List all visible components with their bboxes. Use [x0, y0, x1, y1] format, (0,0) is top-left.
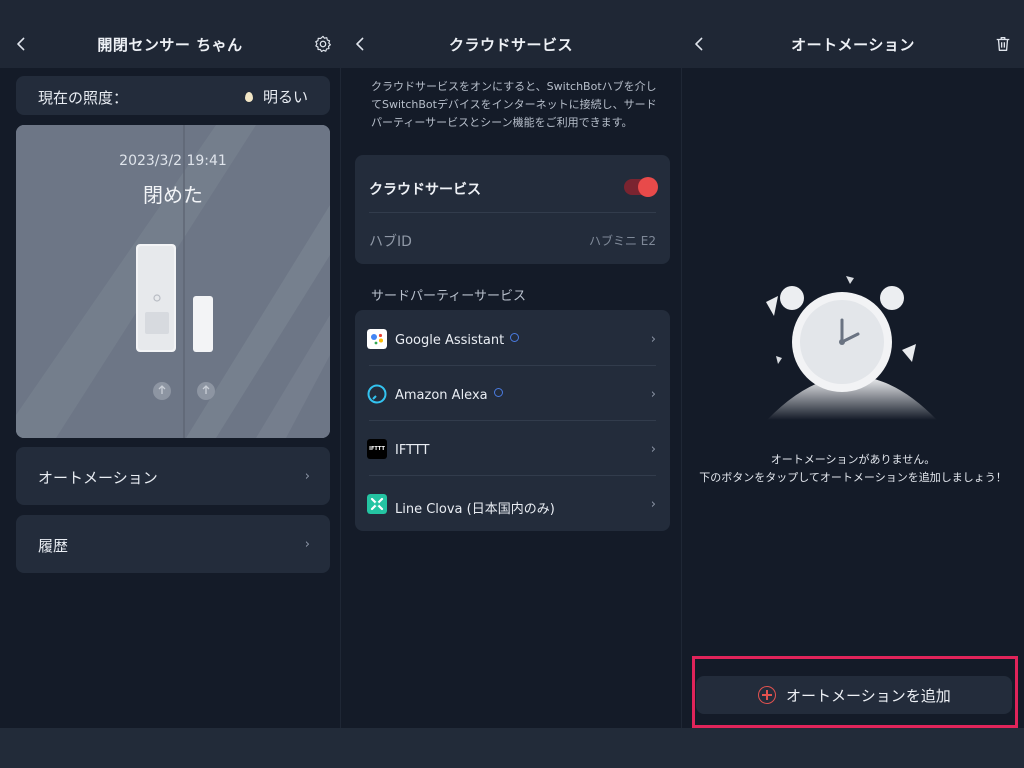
- sensor-status-card: 2023/3/2 19:41 閉めた: [16, 125, 330, 438]
- service-row-amazon-alexa[interactable]: Amazon Alexa ›: [355, 365, 670, 420]
- info-icon[interactable]: [510, 333, 520, 342]
- last-update-time: 2023/3/2 19:41: [119, 153, 227, 169]
- bottom-bar: [0, 728, 1024, 768]
- gear-icon[interactable]: [314, 35, 332, 53]
- automation-menu-item[interactable]: オートメーション ›: [16, 447, 330, 505]
- trash-icon[interactable]: [994, 35, 1012, 53]
- alarm-clock-illustration: [766, 276, 937, 420]
- cloud-settings-card: クラウドサービス ハブID ハブミニ E2: [355, 155, 670, 264]
- hub-id-label: ハブID: [369, 234, 412, 250]
- google-assistant-icon: [367, 329, 387, 349]
- door-state: 閉めた: [143, 183, 203, 207]
- third-party-services-list: Google Assistant › Amazon Alexa › IFTTT …: [355, 310, 670, 531]
- service-name-text: Google Assistant: [395, 333, 505, 348]
- add-automation-label: オートメーションを追加: [786, 687, 951, 705]
- service-name: Line Clova (日本国内のみ): [395, 502, 555, 517]
- info-icon[interactable]: [493, 388, 503, 397]
- lux-card: 現在の照度： 明るい: [16, 76, 330, 115]
- lux-value-text: 明るい: [262, 88, 308, 106]
- automation-topbar: オートメーション: [682, 0, 1024, 68]
- page-title: 開閉センサー ちゃん: [97, 36, 243, 54]
- chevron-right-icon: ›: [304, 537, 310, 552]
- chevron-right-icon: ›: [650, 332, 656, 347]
- service-name: Amazon Alexa: [395, 388, 503, 403]
- page-title: オートメーション: [791, 36, 915, 54]
- service-row-line-clova[interactable]: Line Clova (日本国内のみ) ›: [355, 475, 670, 530]
- lux-value: 明るい: [244, 86, 308, 107]
- history-menu-label: 履歴: [38, 537, 69, 555]
- chevron-right-icon: ›: [650, 442, 656, 457]
- lux-label: 現在の照度：: [38, 89, 129, 107]
- alexa-icon: [367, 384, 387, 404]
- plus-circle-icon: [758, 686, 776, 704]
- service-name-text: Amazon Alexa: [395, 388, 488, 403]
- service-row-ifttt[interactable]: IFTTT IFTTT ›: [355, 420, 670, 475]
- cloud-topbar: クラウドサービス: [341, 0, 681, 68]
- sensor-indicator-icons: [153, 382, 215, 400]
- light-drop-icon: [244, 92, 253, 102]
- chevron-right-icon: ›: [304, 469, 310, 484]
- toggle-knob: [638, 177, 658, 197]
- chevron-right-icon: ›: [650, 497, 656, 512]
- cloud-description: クラウドサービスをオンにすると、SwitchBotハブを介してSwitchBot…: [371, 80, 657, 129]
- empty-state-message: オートメーションがありません。 下のボタンをタップしてオートメーションを追加しま…: [682, 451, 1024, 487]
- third-party-section-title: サードパーティーサービス: [371, 289, 526, 304]
- sensor-topbar: 開閉センサー ちゃん: [0, 0, 340, 68]
- service-row-google-assistant[interactable]: Google Assistant ›: [355, 310, 670, 365]
- history-menu-item[interactable]: 履歴 ›: [16, 515, 330, 573]
- add-automation-button[interactable]: オートメーションを追加: [696, 676, 1012, 714]
- automation-menu-label: オートメーション: [38, 469, 158, 487]
- empty-state-line1: オートメーションがありません。: [770, 453, 936, 466]
- chevron-right-icon: ›: [650, 387, 656, 402]
- sensor-panel: 開閉センサー ちゃん 現在の照度： 明るい 2023/3/2 19:41 閉めた: [0, 0, 340, 728]
- contact-sensor-icon: [136, 244, 213, 352]
- cloud-service-label: クラウドサービス: [369, 182, 481, 198]
- automation-panel: オートメーション オートメーションがありません。 下のボタンをタップしてオートメ…: [682, 0, 1024, 728]
- cloud-service-panel: クラウドサービス クラウドサービスをオンにすると、SwitchBotハブを介して…: [341, 0, 681, 728]
- empty-state-line2: 下のボタンをタップしてオートメーションを追加しましょう！: [699, 471, 1007, 484]
- hub-id-value: ハブミニ E2: [588, 234, 656, 248]
- cloud-service-toggle[interactable]: [624, 177, 658, 197]
- ifttt-icon-text: IFTTT: [369, 446, 385, 452]
- ifttt-icon: IFTTT: [367, 439, 387, 459]
- service-name: Google Assistant: [395, 333, 520, 348]
- service-name: IFTTT: [395, 443, 430, 458]
- line-clova-icon: [367, 494, 387, 514]
- page-title: クラウドサービス: [448, 36, 573, 54]
- divider: [369, 212, 656, 213]
